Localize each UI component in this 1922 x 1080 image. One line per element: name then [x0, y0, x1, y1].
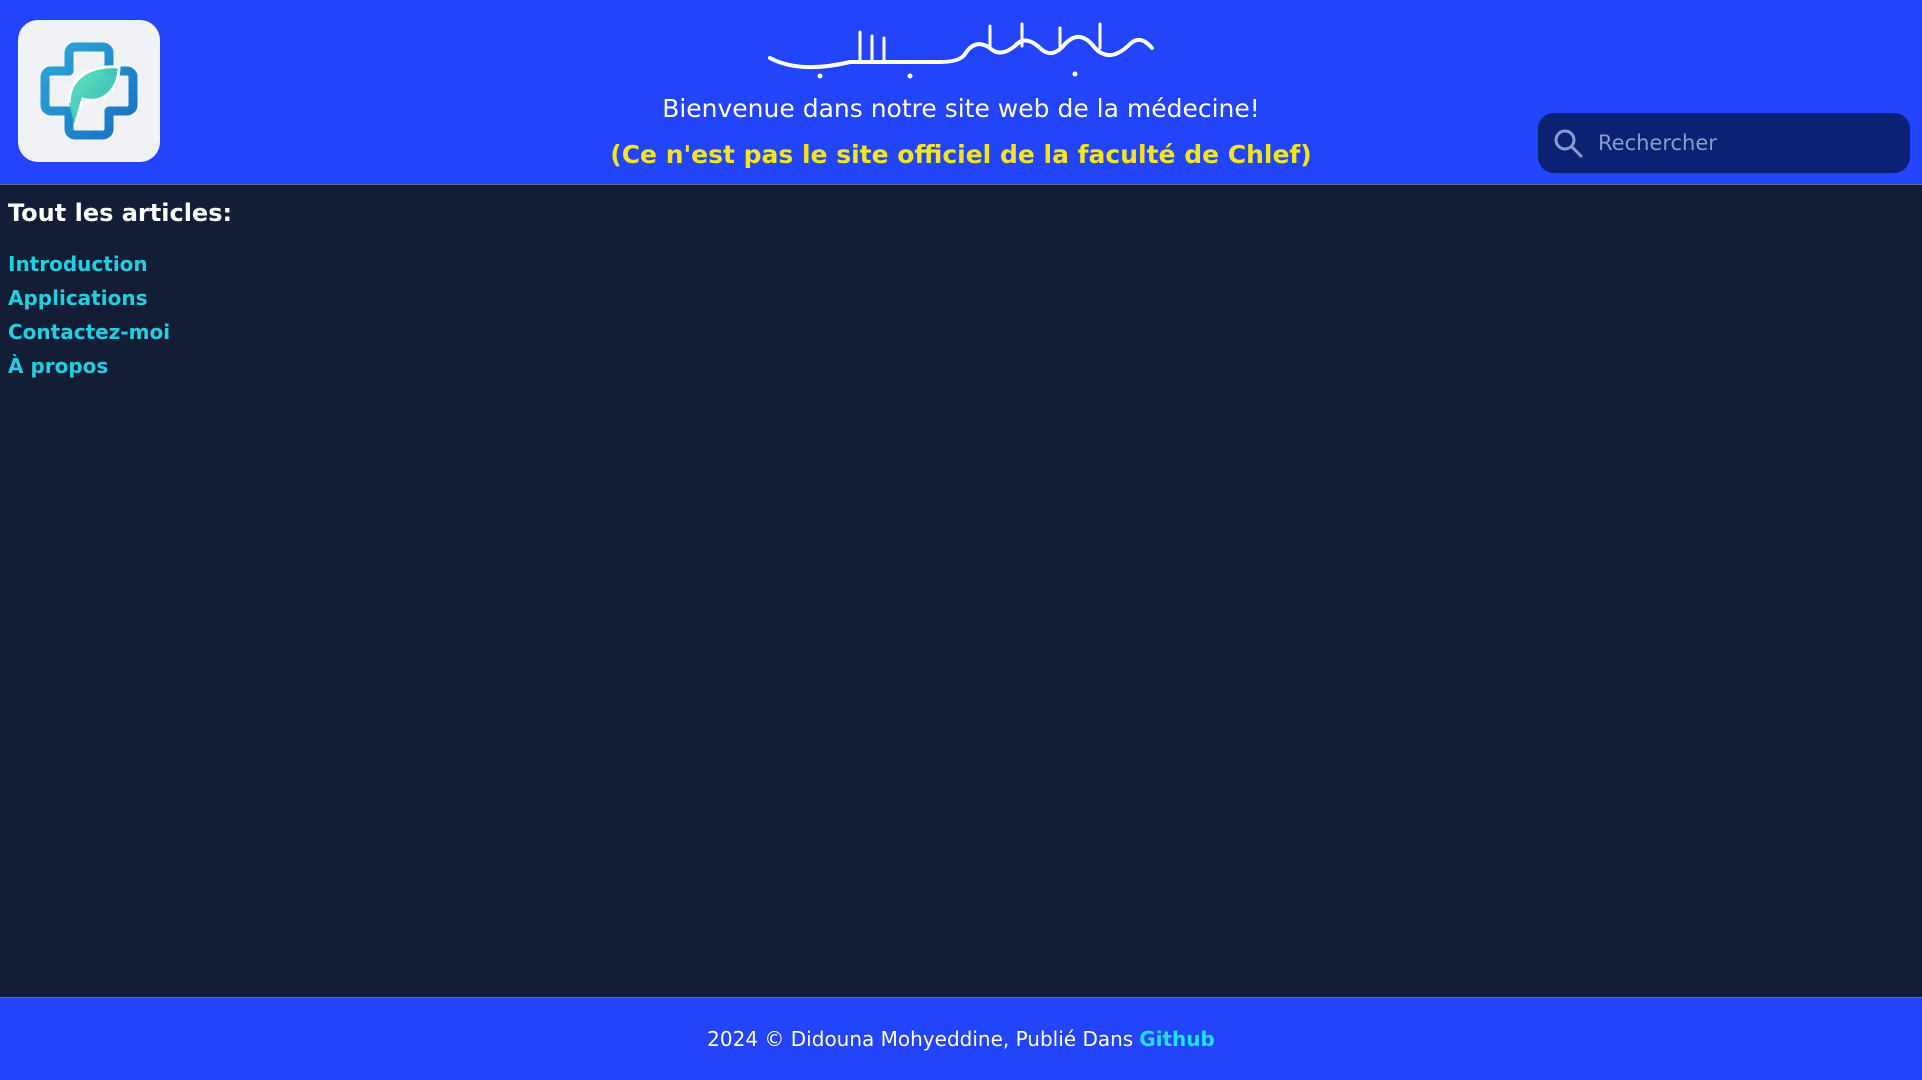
articles-section: Tout les articles: Introduction Applicat… [8, 196, 232, 384]
article-link-about[interactable]: À propos [8, 354, 108, 378]
article-link-introduction[interactable]: Introduction [8, 252, 148, 276]
search-icon[interactable] [1538, 113, 1598, 173]
site-footer: 2024 © Didouna Mohyeddine, Publié Dans G… [0, 997, 1922, 1080]
article-link-contact[interactable]: Contactez-moi [8, 320, 170, 344]
list-item: À propos [8, 350, 232, 384]
footer-copyright: 2024 © Didouna Mohyeddine, Publié Dans [707, 1027, 1134, 1051]
article-link-applications[interactable]: Applications [8, 286, 147, 310]
basmala-calligraphy [768, 22, 1154, 79]
list-item: Applications [8, 282, 232, 316]
list-item: Contactez-moi [8, 316, 232, 350]
medical-cross-leaf-icon [40, 42, 138, 140]
list-item: Introduction [8, 248, 232, 282]
search-input[interactable] [1598, 123, 1888, 163]
github-link[interactable]: Github [1139, 1027, 1215, 1051]
articles-list: Introduction Applications Contactez-moi … [8, 248, 232, 384]
site-header: Bienvenue dans notre site web de la méde… [0, 0, 1922, 185]
articles-heading: Tout les articles: [8, 199, 233, 227]
search-box[interactable] [1538, 113, 1910, 173]
